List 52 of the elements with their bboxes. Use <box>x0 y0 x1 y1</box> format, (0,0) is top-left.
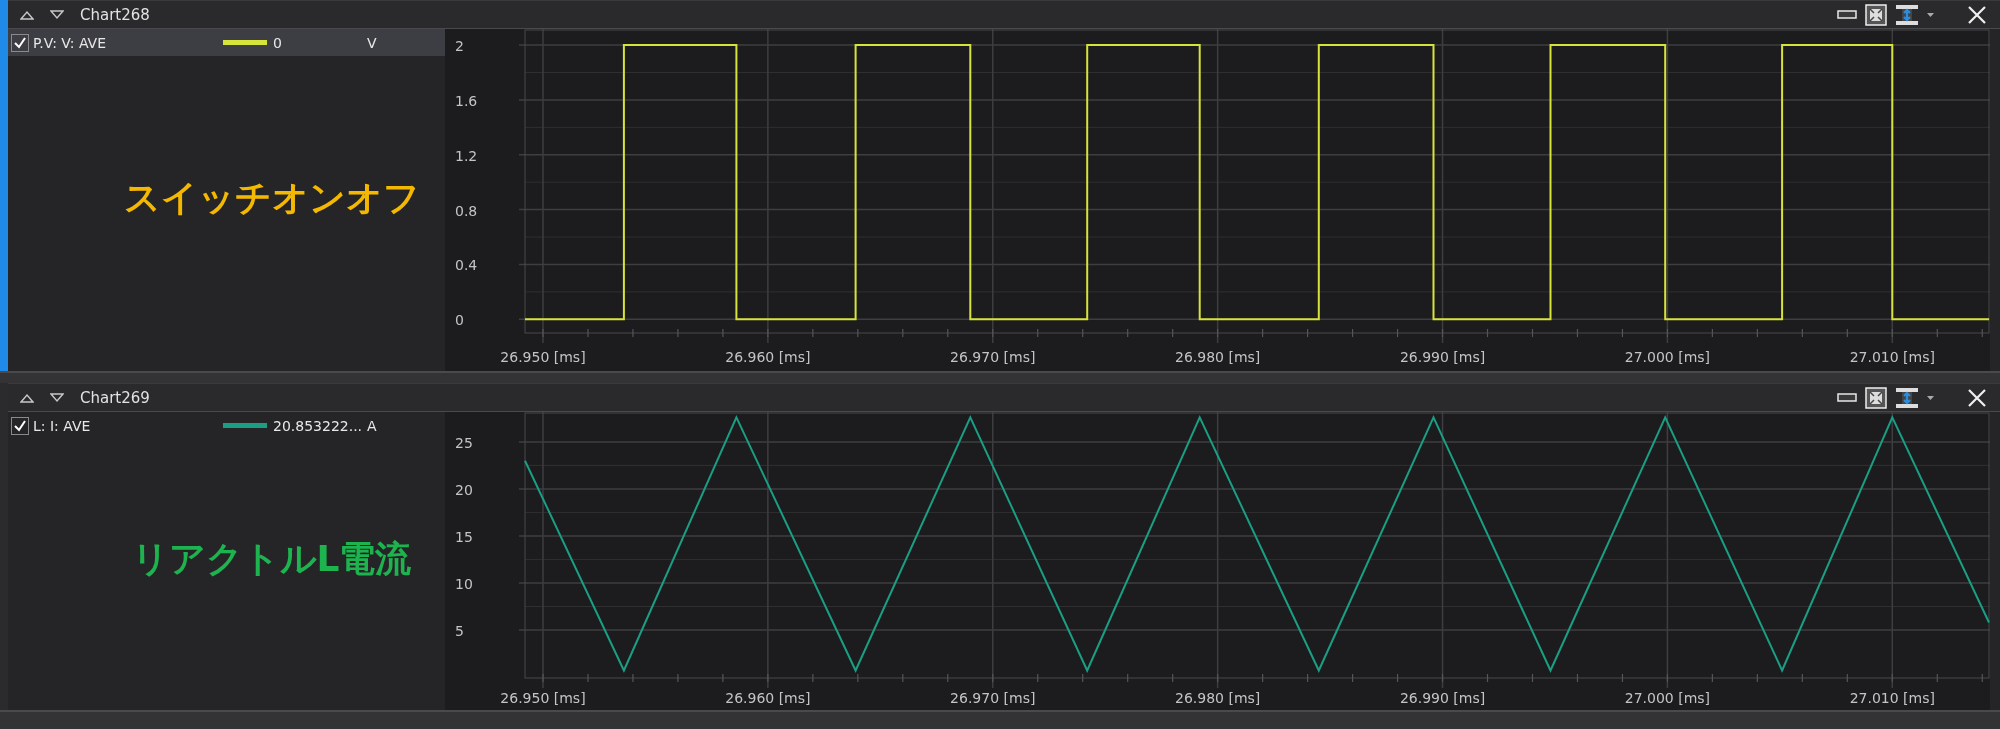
y-axis-label: 0.8 <box>455 202 478 219</box>
caret-icon[interactable] <box>1927 12 1934 17</box>
triangle-up-icon[interactable] <box>20 392 34 403</box>
chart-annotation: スイッチオンオフ <box>123 176 420 220</box>
chart-title: Chart269 <box>80 388 150 407</box>
triangle-up-icon[interactable] <box>20 9 34 20</box>
x-axis-label: 26.970 [ms] <box>950 349 1036 365</box>
x-axis-label: 26.980 [ms] <box>1175 690 1261 706</box>
checkbox[interactable] <box>11 416 29 435</box>
chart-title: Chart268 <box>80 5 150 24</box>
close-icon[interactable] <box>1968 388 1986 407</box>
close-icon[interactable] <box>1968 5 1986 24</box>
x-axis-label: 26.970 [ms] <box>950 690 1036 706</box>
y-axis-label: 1.6 <box>455 92 478 109</box>
vertical-resize-icon[interactable] <box>1895 386 1919 409</box>
y-axis-label: 15 <box>455 528 473 545</box>
series-name: L: I: AVE <box>33 417 92 434</box>
y-axis-label: 20 <box>455 481 473 498</box>
series-value: 20.853222... <box>273 417 364 434</box>
series-value: 0 <box>273 34 283 51</box>
x-axis-label: 27.000 [ms] <box>1624 349 1711 365</box>
vertical-resize-icon[interactable] <box>1895 3 1919 26</box>
x-axis-label: 27.010 [ms] <box>1849 690 1935 706</box>
x-axis-label: 26.960 [ms] <box>725 690 811 706</box>
fit-frame-icon[interactable] <box>1865 386 1887 409</box>
y-axis-label: 25 <box>455 434 473 451</box>
y-axis-label: 0.4 <box>455 257 478 274</box>
minimize-icon[interactable] <box>1837 10 1857 19</box>
fit-frame-icon[interactable] <box>1865 3 1887 26</box>
series-unit: V <box>367 34 377 51</box>
x-axis-label: 27.010 [ms] <box>1849 349 1935 365</box>
x-axis-label: 26.990 [ms] <box>1399 349 1486 365</box>
y-axis-label: 2 <box>455 38 464 55</box>
x-axis-label: 27.000 [ms] <box>1624 690 1711 706</box>
x-axis-label: 26.950 [ms] <box>500 349 586 365</box>
triangle-down-icon[interactable] <box>50 9 64 20</box>
x-axis-label: 26.950 [ms] <box>500 690 586 706</box>
x-axis-label: 26.960 [ms] <box>725 349 811 365</box>
chart-annotation: リアクトルL電流 <box>131 537 412 581</box>
x-axis-label: 26.990 [ms] <box>1399 690 1486 706</box>
series-name: P.V: V: AVE <box>33 34 108 51</box>
series-unit: A <box>367 417 377 434</box>
triangle-down-icon[interactable] <box>50 392 64 403</box>
caret-icon[interactable] <box>1927 395 1934 400</box>
y-axis-label: 1.2 <box>455 147 478 164</box>
y-axis-label: 10 <box>455 576 473 592</box>
y-axis-label: 5 <box>455 623 464 639</box>
checkbox[interactable] <box>11 33 29 52</box>
x-axis-label: 26.980 [ms] <box>1175 349 1261 365</box>
y-axis-label: 0 <box>455 312 464 329</box>
minimize-icon[interactable] <box>1837 393 1857 402</box>
legend-row[interactable]: P.V: V: AVE 0 V <box>8 29 445 56</box>
